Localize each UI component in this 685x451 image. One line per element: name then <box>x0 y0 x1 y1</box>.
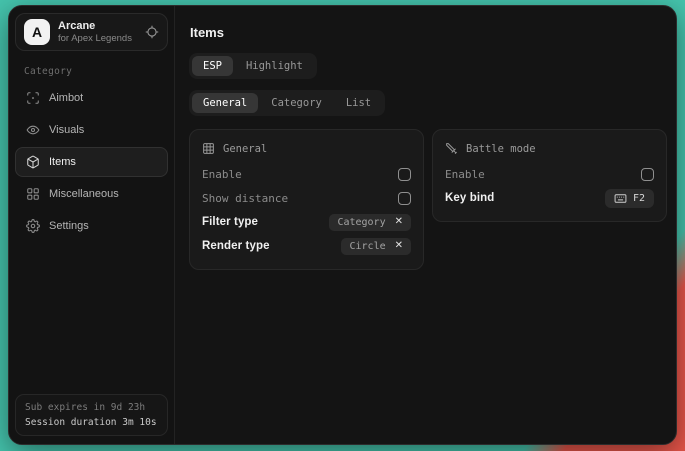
grid-icon <box>202 142 215 155</box>
setting-label: Filter type <box>202 216 258 228</box>
setting-row-filter-type: Filter type Category ✕ <box>202 210 411 234</box>
sidebar-item-aimbot[interactable]: Aimbot <box>15 83 168 113</box>
mode-tab-group: ESP Highlight <box>189 53 317 79</box>
tab-highlight[interactable]: Highlight <box>235 56 314 76</box>
setting-row-render-type: Render type Circle ✕ <box>202 234 411 258</box>
sidebar-section-label: Category <box>24 66 168 77</box>
show-distance-checkbox[interactable] <box>398 192 411 205</box>
filter-type-select[interactable]: Category ✕ <box>329 214 411 231</box>
sword-icon <box>445 142 458 155</box>
setting-label: Render type <box>202 240 270 252</box>
panel-title: Battle mode <box>466 143 536 155</box>
setting-row-enable: Enable <box>202 162 411 186</box>
panel-general-header: General <box>202 142 411 155</box>
sidebar: A Arcane for Apex Legends Category <box>9 6 175 444</box>
sidebar-item-label: Aimbot <box>49 92 83 104</box>
gear-icon <box>26 219 40 233</box>
tab-category[interactable]: Category <box>260 93 333 113</box>
sidebar-item-miscellaneous[interactable]: Miscellaneous <box>15 179 168 209</box>
page-title: Items <box>190 25 667 40</box>
sidebar-item-label: Items <box>49 156 76 168</box>
brand-text: Arcane for Apex Legends <box>58 20 132 44</box>
sidebar-item-label: Settings <box>49 220 89 232</box>
panel-general: General Enable Show distance Filter type… <box>189 129 424 270</box>
eye-icon <box>26 123 40 137</box>
tab-general[interactable]: General <box>192 93 258 113</box>
panel-battle-mode-header: Battle mode <box>445 142 654 155</box>
subscription-card: Sub expires in 9d 23h Session duration 3… <box>15 394 168 436</box>
brand-name: Arcane <box>58 20 132 32</box>
render-type-value: Circle <box>349 241 385 252</box>
setting-row-enable: Enable <box>445 162 654 186</box>
setting-row-key-bind: Key bind F2 <box>445 186 654 210</box>
panels-row: General Enable Show distance Filter type… <box>189 129 667 270</box>
main-content: Items ESP Highlight General Category Lis… <box>175 6 677 444</box>
app-window: A Arcane for Apex Legends Category <box>8 5 677 445</box>
keybind-button[interactable]: F2 <box>605 189 654 208</box>
brand-card: A Arcane for Apex Legends <box>15 13 168 51</box>
clear-icon[interactable]: ✕ <box>395 241 403 251</box>
enable-checkbox[interactable] <box>398 168 411 181</box>
crosshair-icon <box>26 91 40 105</box>
keybind-value: F2 <box>633 193 645 204</box>
brand-subtitle: for Apex Legends <box>58 33 132 44</box>
setting-label: Enable <box>202 168 242 181</box>
setting-label: Enable <box>445 168 485 181</box>
tab-esp[interactable]: ESP <box>192 56 233 76</box>
panel-title: General <box>223 143 267 155</box>
sub-expiry-text: Sub expires in 9d 23h <box>25 402 158 413</box>
package-icon <box>26 155 40 169</box>
sidebar-item-items[interactable]: Items <box>15 147 168 177</box>
clear-icon[interactable]: ✕ <box>395 217 403 227</box>
tab-list[interactable]: List <box>335 93 382 113</box>
brand-logo: A <box>24 19 50 45</box>
keyboard-icon <box>614 192 627 205</box>
setting-label: Key bind <box>445 192 494 204</box>
setting-row-show-distance: Show distance <box>202 186 411 210</box>
render-type-select[interactable]: Circle ✕ <box>341 238 411 255</box>
sidebar-item-visuals[interactable]: Visuals <box>15 115 168 145</box>
sidebar-item-settings[interactable]: Settings <box>15 211 168 241</box>
sidebar-item-label: Miscellaneous <box>49 188 119 200</box>
panel-battle-mode: Battle mode Enable Key bind <box>432 129 667 222</box>
layout-grid-icon <box>26 187 40 201</box>
session-duration-text: Session duration 3m 10s <box>25 417 158 428</box>
target-icon[interactable] <box>145 25 159 39</box>
sidebar-item-label: Visuals <box>49 124 84 136</box>
filter-type-value: Category <box>337 217 385 228</box>
setting-label: Show distance <box>202 192 288 205</box>
battle-enable-checkbox[interactable] <box>641 168 654 181</box>
view-tab-group: General Category List <box>189 90 385 116</box>
